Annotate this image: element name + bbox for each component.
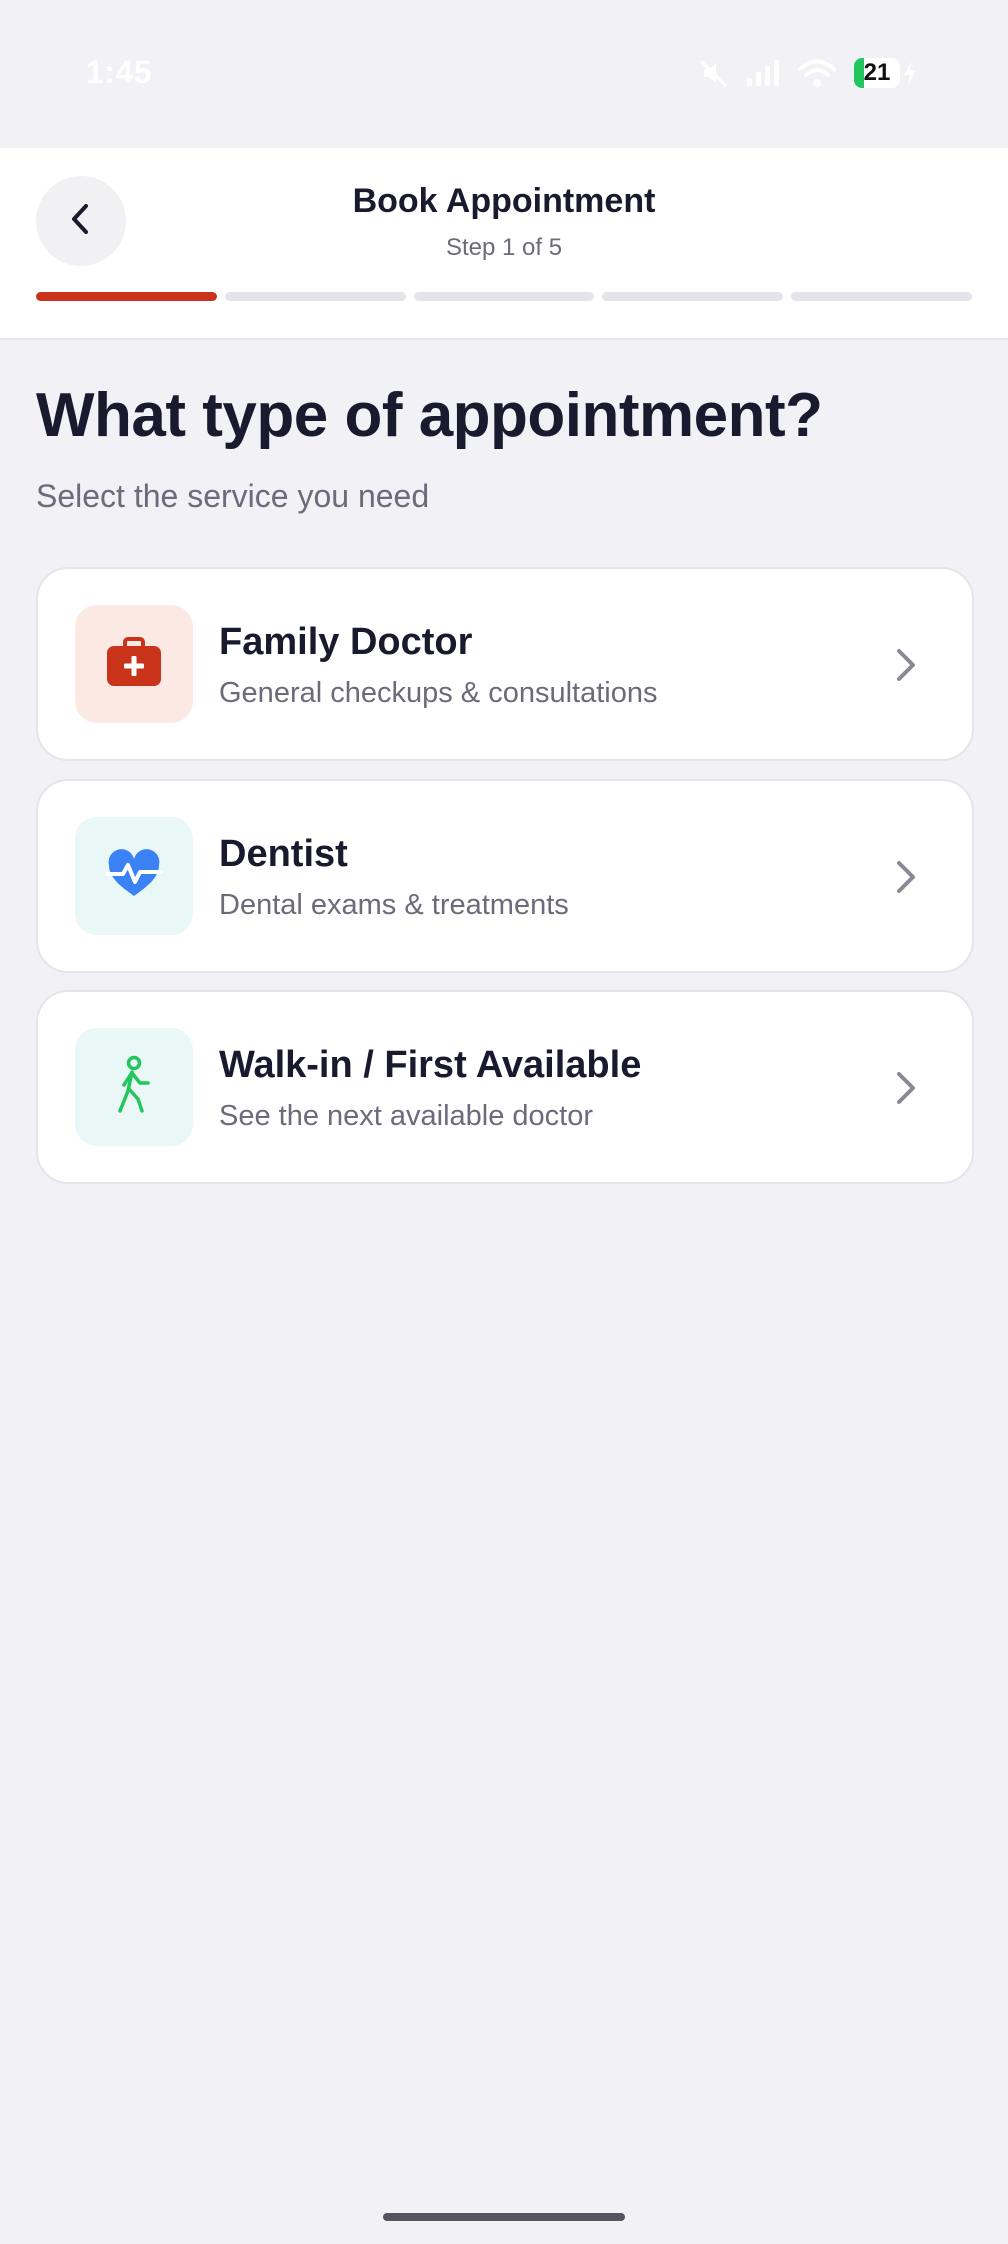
service-icon-box bbox=[75, 1028, 193, 1146]
walking-person-icon bbox=[112, 1055, 156, 1120]
charging-bolt-icon bbox=[902, 60, 918, 86]
progress-segment bbox=[791, 292, 972, 301]
service-card-dentist[interactable]: Dentist Dental exams & treatments bbox=[36, 779, 974, 973]
chevron-right-icon bbox=[886, 857, 926, 897]
muted-icon bbox=[698, 58, 728, 88]
service-card-family-doctor[interactable]: Family Doctor General checkups & consult… bbox=[36, 567, 974, 761]
service-icon-box bbox=[75, 817, 193, 935]
service-icon-box bbox=[75, 605, 193, 723]
app-header: Book Appointment Step 1 of 5 bbox=[0, 148, 1008, 340]
status-time: 1:45 bbox=[86, 54, 153, 90]
progress-segment bbox=[602, 292, 784, 301]
service-title: Family Doctor bbox=[219, 621, 473, 663]
service-card-walk-in[interactable]: Walk-in / First Available See the next a… bbox=[36, 990, 974, 1184]
service-description: Dental exams & treatments bbox=[219, 889, 569, 921]
service-title: Dentist bbox=[219, 833, 348, 875]
service-description: General checkups & consultations bbox=[219, 677, 658, 709]
progress-segment bbox=[224, 292, 406, 301]
battery-indicator: 21 bbox=[854, 58, 918, 88]
step-indicator: Step 1 of 5 bbox=[445, 234, 563, 261]
service-description: See the next available doctor bbox=[219, 1100, 594, 1132]
progress-segment bbox=[36, 292, 217, 301]
status-icons: 21 bbox=[698, 56, 918, 90]
page-title: What type of appointment? bbox=[36, 381, 823, 450]
progress-bar bbox=[36, 292, 972, 301]
service-title: Walk-in / First Available bbox=[219, 1044, 642, 1086]
battery-body: 21 bbox=[854, 58, 900, 88]
chevron-right-icon bbox=[886, 1068, 926, 1108]
chevron-right-icon bbox=[886, 645, 926, 685]
header-title: Book Appointment bbox=[352, 182, 656, 220]
heart-pulse-icon bbox=[105, 848, 163, 905]
cellular-signal-icon bbox=[746, 58, 780, 88]
status-bar: 1:45 21 bbox=[0, 0, 1008, 148]
medical-kit-icon bbox=[105, 636, 163, 693]
wifi-icon bbox=[798, 58, 836, 88]
progress-segment bbox=[413, 292, 595, 301]
home-indicator[interactable] bbox=[383, 2213, 625, 2221]
battery-level: 21 bbox=[863, 59, 891, 86]
page-subtitle: Select the service you need bbox=[36, 478, 430, 514]
